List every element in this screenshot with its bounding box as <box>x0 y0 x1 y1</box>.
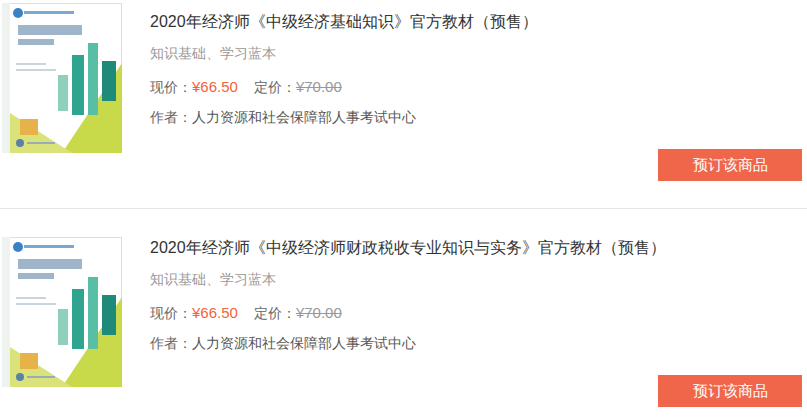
list-price-label: 定价： <box>254 303 296 323</box>
price-label: 现价： <box>150 77 192 97</box>
product-subtitle: 知识基础、学习蓝本 <box>150 269 802 289</box>
book-cover[interactable] <box>2 237 122 387</box>
product-title[interactable]: 2020年经济师《中级经济师财政税收专业知识与实务》官方教材（预售） <box>150 237 802 259</box>
list-price-label: 定价： <box>254 77 296 97</box>
author-line: 作者：人力资源和社会保障部人事考试中心 <box>150 107 802 127</box>
current-price: ¥66.50 <box>192 77 238 97</box>
price-line: 现价：¥66.50 定价：¥70.00 <box>150 303 802 323</box>
price-label: 现价： <box>150 303 192 323</box>
current-price: ¥66.50 <box>192 303 238 323</box>
price-line: 现价：¥66.50 定价：¥70.00 <box>150 77 802 97</box>
product-title[interactable]: 2020年经济师《中级经济基础知识》官方教材（预售） <box>150 11 802 33</box>
book-cover-icon <box>2 237 122 387</box>
author-label: 作者： <box>150 107 192 127</box>
author-name: 人力资源和社会保障部人事考试中心 <box>192 333 416 353</box>
product-list: 2020年经济师《中级经济基础知识》官方教材（预售）知识基础、学习蓝本现价：¥6… <box>0 0 807 415</box>
author-line: 作者：人力资源和社会保障部人事考试中心 <box>150 333 802 353</box>
order-button[interactable]: 预订该商品 <box>658 149 802 181</box>
book-cover[interactable] <box>2 3 122 153</box>
product-item: 2020年经济师《中级经济师财政税收专业知识与实务》官方教材（预售） 知识基础、学… <box>0 209 807 415</box>
product-info: 2020年经济师《中级经济基础知识》官方教材（预售） 知识基础、学习蓝本现价：¥6… <box>150 3 802 181</box>
product-item: 2020年经济师《中级经济基础知识》官方教材（预售） 知识基础、学习蓝本现价：¥6… <box>0 0 807 209</box>
author-label: 作者： <box>150 333 192 353</box>
list-price: ¥70.00 <box>296 303 342 323</box>
author-name: 人力资源和社会保障部人事考试中心 <box>192 107 416 127</box>
product-info: 2020年经济师《中级经济师财政税收专业知识与实务》官方教材（预售） 知识基础、学… <box>150 237 802 407</box>
product-subtitle: 知识基础、学习蓝本 <box>150 43 802 63</box>
book-cover-icon <box>2 3 122 153</box>
order-button[interactable]: 预订该商品 <box>658 375 802 407</box>
list-price: ¥70.00 <box>296 77 342 97</box>
